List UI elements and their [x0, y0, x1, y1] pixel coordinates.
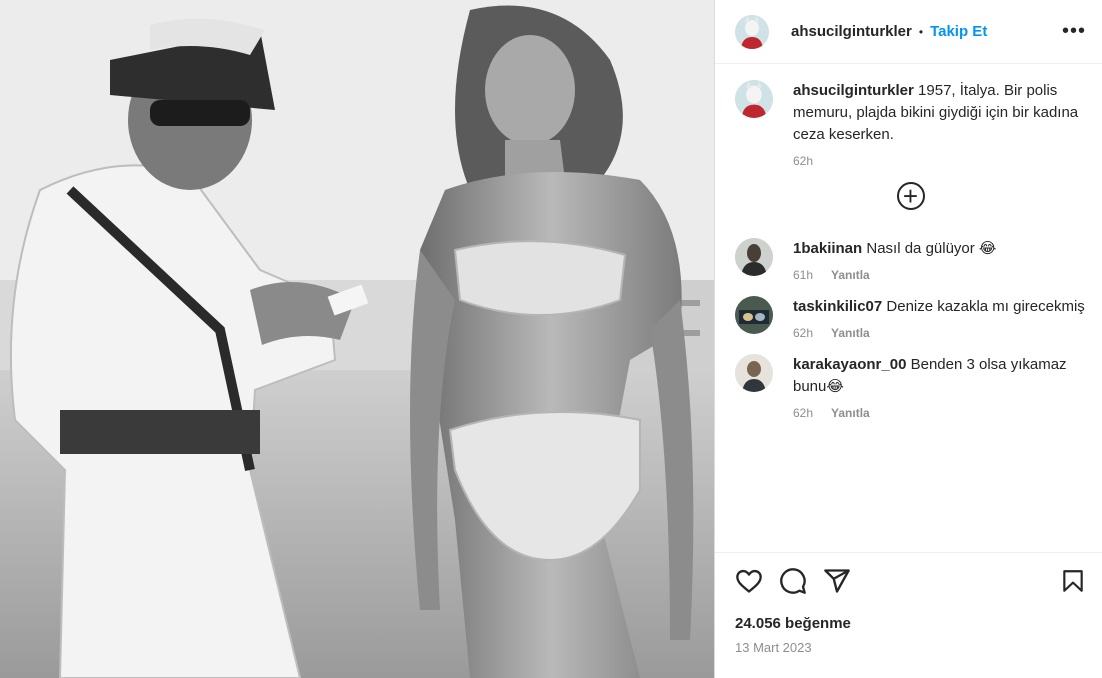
comment-time[interactable]: 62h [793, 326, 813, 340]
comment-username[interactable]: 1bakiinan [793, 240, 862, 257]
more-options-icon[interactable]: ••• [1062, 20, 1086, 43]
share-icon[interactable] [823, 567, 851, 595]
heart-icon[interactable] [735, 567, 763, 595]
photo-illustration [0, 0, 714, 678]
post-photo[interactable] [0, 0, 714, 678]
post-header: ahsucilginturkler • Takip Et ••• [715, 0, 1102, 64]
commenter-avatar[interactable] [735, 296, 773, 334]
post-actions: 24.056 beğenme 13 Mart 2023 [715, 552, 1102, 678]
comment-body: taskinkilic07 Denize kazakla mı girecekm… [793, 296, 1086, 340]
comment-meta: 62h Yanıtla [793, 406, 1086, 420]
post-view: ahsucilginturkler • Takip Et ••• ahsucil… [0, 0, 1102, 678]
comment-meta: 61h Yanıtla [793, 268, 1086, 282]
comment-username[interactable]: karakayaonr_00 [793, 356, 906, 373]
post-date: 13 Mart 2023 [735, 640, 812, 655]
load-more: + [735, 182, 1086, 210]
comment-time[interactable]: 61h [793, 268, 813, 282]
reply-button[interactable]: Yanıtla [831, 406, 870, 420]
reply-button[interactable]: Yanıtla [831, 268, 870, 282]
caption-body: ahsucilginturkler 1957, İtalya. Bir poli… [793, 80, 1086, 168]
comment-icon[interactable] [779, 567, 807, 595]
caption-meta: 62h [793, 154, 1086, 168]
caption-avatar[interactable] [735, 80, 773, 118]
like-count[interactable]: 24.056 beğenme [735, 615, 1086, 632]
follow-button[interactable]: Takip Et [930, 23, 987, 40]
comment-text: karakayaonr_00 Benden 3 olsa yıkamaz bun… [793, 354, 1086, 398]
comment-username[interactable]: taskinkilic07 [793, 298, 882, 315]
comments-list[interactable]: ahsucilginturkler 1957, İtalya. Bir poli… [715, 64, 1102, 552]
commenter-avatar[interactable] [735, 238, 773, 276]
comment-body: 1bakiinan Nasıl da gülüyor 😂 61h Yanıtla [793, 238, 1086, 282]
commenter-avatar[interactable] [735, 354, 773, 392]
comment-content: Nasıl da gülüyor 😂 [866, 240, 997, 257]
comment-item: taskinkilic07 Denize kazakla mı girecekm… [735, 296, 1086, 340]
comment-text: 1bakiinan Nasıl da gülüyor 😂 [793, 238, 1086, 260]
author-username[interactable]: ahsucilginturkler [791, 23, 912, 40]
load-more-comments-icon[interactable]: + [896, 182, 925, 210]
caption: ahsucilginturkler 1957, İtalya. Bir poli… [735, 80, 1086, 168]
reply-button[interactable]: Yanıtla [831, 326, 870, 340]
caption-time[interactable]: 62h [793, 154, 813, 168]
comment-body: karakayaonr_00 Benden 3 olsa yıkamaz bun… [793, 354, 1086, 420]
caption-username[interactable]: ahsucilginturkler [793, 82, 914, 99]
caption-text: ahsucilginturkler 1957, İtalya. Bir poli… [793, 80, 1086, 146]
separator-dot: • [918, 24, 924, 39]
comment-meta: 62h Yanıtla [793, 326, 1086, 340]
comment-text: taskinkilic07 Denize kazakla mı girecekm… [793, 296, 1086, 318]
comment-content: Denize kazakla mı girecekmiş [886, 298, 1085, 315]
post-side-panel: ahsucilginturkler • Takip Et ••• ahsucil… [714, 0, 1102, 678]
action-icons [735, 567, 1086, 595]
comment-time[interactable]: 62h [793, 406, 813, 420]
author-avatar[interactable] [735, 14, 769, 49]
bookmark-icon[interactable] [1060, 567, 1086, 595]
comment-item: 1bakiinan Nasıl da gülüyor 😂 61h Yanıtla [735, 238, 1086, 282]
comment-item: karakayaonr_00 Benden 3 olsa yıkamaz bun… [735, 354, 1086, 420]
